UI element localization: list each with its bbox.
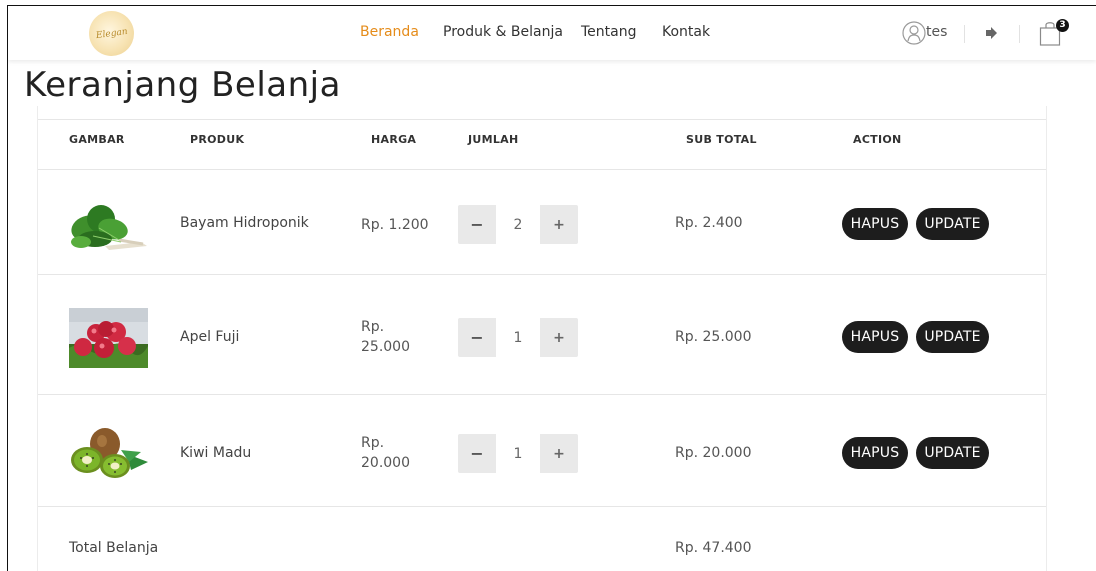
brand-logo[interactable]: Elegan xyxy=(89,11,134,56)
kiwi-image xyxy=(69,422,148,482)
decrease-quantity-button[interactable]: − xyxy=(458,318,496,357)
delete-item-button[interactable]: HAPUS xyxy=(842,208,908,240)
update-item-button[interactable]: UPDATE xyxy=(916,208,989,240)
quantity-stepper: − 1 + xyxy=(458,434,578,473)
product-name[interactable]: Kiwi Madu xyxy=(180,445,251,461)
column-header-harga: HARGA xyxy=(371,133,417,146)
quantity-input[interactable]: 1 xyxy=(496,318,540,357)
product-price: Rp. 25.000 xyxy=(361,319,410,355)
row-subtotal: Rp. 25.000 xyxy=(675,329,752,345)
total-label: Total Belanja xyxy=(69,540,159,556)
delete-item-button[interactable]: HAPUS xyxy=(842,437,908,469)
nav-link-tentang[interactable]: Tentang xyxy=(581,24,637,40)
update-item-button[interactable]: UPDATE xyxy=(916,437,989,469)
quantity-input[interactable]: 2 xyxy=(496,205,540,244)
page-title: Keranjang Belanja xyxy=(24,65,341,105)
table-divider xyxy=(38,119,1046,120)
column-header-produk: PRODUK xyxy=(190,133,245,146)
row-subtotal: Rp. 2.400 xyxy=(675,215,743,231)
user-name[interactable]: tes xyxy=(926,24,947,40)
cart-row: Bayam Hidroponik Rp. 1.200 − 2 + Rp. 2.4… xyxy=(38,170,1046,274)
apple-image xyxy=(69,308,148,368)
update-item-button[interactable]: UPDATE xyxy=(916,321,989,353)
delete-item-button[interactable]: HAPUS xyxy=(842,321,908,353)
table-divider xyxy=(38,506,1046,507)
header-divider xyxy=(964,25,965,43)
column-header-action: ACTION xyxy=(853,133,902,146)
cart-row: Kiwi Madu Rp. 20.000 − 1 + Rp. 20.000 HA… xyxy=(38,395,1046,506)
product-name[interactable]: Bayam Hidroponik xyxy=(180,215,309,231)
column-header-subtotal: SUB TOTAL xyxy=(686,133,757,146)
decrease-quantity-button[interactable]: − xyxy=(458,205,496,244)
brand-logo-text: Elegan xyxy=(95,26,128,41)
row-subtotal: Rp. 20.000 xyxy=(675,445,752,461)
nav-link-produk-belanja[interactable]: Produk & Belanja xyxy=(443,24,563,40)
product-price: Rp. 20.000 xyxy=(361,435,410,471)
cart-table: GAMBAR PRODUK HARGA JUMLAH SUB TOTAL ACT… xyxy=(37,106,1047,571)
column-header-gambar: GAMBAR xyxy=(69,133,125,146)
increase-quantity-button[interactable]: + xyxy=(540,205,578,244)
site-header: Elegan Beranda Produk & Belanja Tentang … xyxy=(8,6,1096,60)
increase-quantity-button[interactable]: + xyxy=(540,434,578,473)
total-value: Rp. 47.400 xyxy=(675,540,752,556)
nav-link-beranda[interactable]: Beranda xyxy=(360,24,419,40)
header-divider xyxy=(1019,25,1020,43)
cart-count-badge: 3 xyxy=(1056,19,1069,32)
product-name[interactable]: Apel Fuji xyxy=(180,329,239,345)
browser-viewport: Elegan Beranda Produk & Belanja Tentang … xyxy=(7,5,1096,571)
product-price: Rp. 1.200 xyxy=(361,217,429,233)
user-icon[interactable] xyxy=(902,21,926,45)
quantity-input[interactable]: 1 xyxy=(496,434,540,473)
nav-link-kontak[interactable]: Kontak xyxy=(662,24,710,40)
cart-row: Apel Fuji Rp. 25.000 − 1 + Rp. 25.000 HA… xyxy=(38,275,1046,394)
column-header-jumlah: JUMLAH xyxy=(468,133,519,146)
quantity-stepper: − 1 + xyxy=(458,318,578,357)
logout-icon[interactable] xyxy=(985,26,999,40)
increase-quantity-button[interactable]: + xyxy=(540,318,578,357)
quantity-stepper: − 2 + xyxy=(458,205,578,244)
decrease-quantity-button[interactable]: − xyxy=(458,434,496,473)
spinach-image xyxy=(69,198,148,258)
